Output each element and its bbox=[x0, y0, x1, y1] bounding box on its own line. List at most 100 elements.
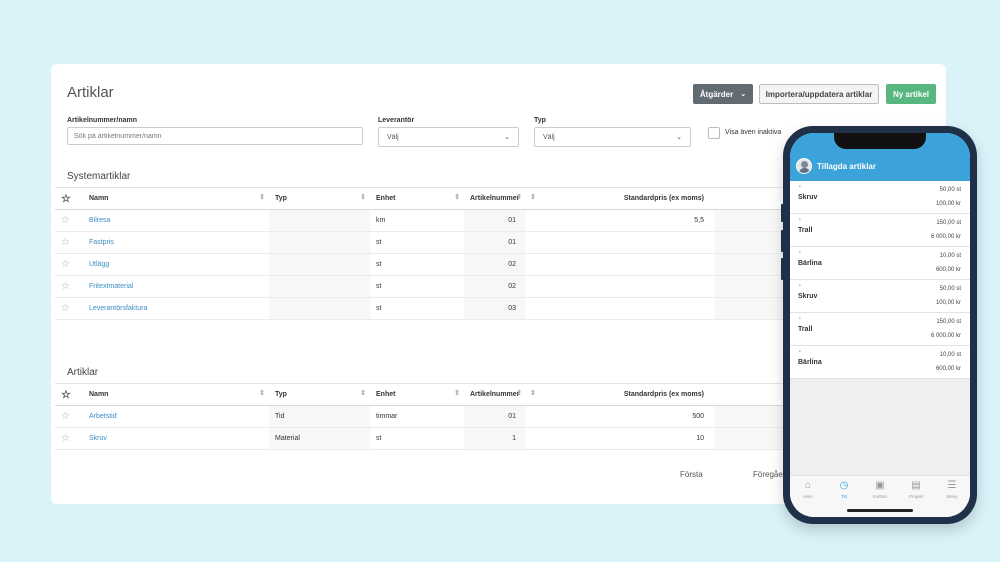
article-type bbox=[269, 275, 370, 298]
receipt-icon: ▣ bbox=[875, 480, 885, 491]
article-name-link[interactable]: Fastpris bbox=[83, 231, 269, 254]
item-quantity: 10,00 st bbox=[939, 352, 961, 358]
import-articles-button[interactable]: Importera/uppdatera artiklar bbox=[759, 84, 879, 104]
item-name: Trall bbox=[798, 326, 813, 333]
phone-side-button bbox=[781, 204, 784, 222]
column-header-label: Typ bbox=[275, 391, 287, 398]
list-item[interactable]: • Bärlina 10,00 st 600,00 kr bbox=[790, 346, 970, 379]
list-item[interactable]: • Skruv 50,00 st 100,00 kr bbox=[790, 280, 970, 313]
column-header-type[interactable]: Typ ⇕ bbox=[269, 383, 370, 406]
article-number: 02 bbox=[464, 253, 526, 276]
star-icon[interactable]: ☆ bbox=[61, 433, 70, 444]
menu-icon: ☰ bbox=[947, 480, 957, 491]
article-unit: st bbox=[370, 253, 464, 276]
column-header-type[interactable]: Typ ⇕ bbox=[269, 187, 370, 210]
column-header-unit[interactable]: Enhet ⇕ bbox=[370, 187, 464, 210]
star-icon[interactable]: ☆ bbox=[61, 303, 70, 314]
chevron-down-icon: ⌄ bbox=[676, 134, 682, 141]
new-article-button[interactable]: Ny artikel bbox=[886, 84, 936, 104]
article-type: Tid bbox=[269, 405, 370, 428]
column-header-label: Standardpris (ex moms) bbox=[623, 391, 704, 398]
phone-mockup: Tillagda artiklar • Skruv 50,00 st 100,0… bbox=[781, 126, 977, 524]
phone-side-button bbox=[781, 258, 784, 280]
item-price: 6 000,00 kr bbox=[930, 333, 961, 339]
item-name: Bärlina bbox=[798, 260, 822, 267]
article-type bbox=[269, 297, 370, 320]
show-inactive-checkbox[interactable] bbox=[708, 127, 720, 139]
item-price: 600,00 kr bbox=[935, 366, 961, 372]
column-header-label: Typ bbox=[275, 195, 287, 202]
item-name: Bärlina bbox=[798, 359, 822, 366]
sort-icon: ⇕ bbox=[516, 390, 522, 397]
item-name: Trall bbox=[798, 227, 813, 234]
article-unit: km bbox=[370, 209, 464, 232]
item-marker: • bbox=[799, 283, 801, 289]
column-header-price[interactable]: Standardpris (ex moms) ⇕ bbox=[526, 187, 714, 210]
tab-label: Tid bbox=[840, 494, 848, 499]
article-number: 01 bbox=[464, 231, 526, 254]
star-icon[interactable]: ☆ bbox=[61, 237, 70, 248]
column-header-number[interactable]: Artikelnummer ⇕ bbox=[464, 383, 526, 406]
pagination-first[interactable]: Första bbox=[680, 470, 703, 479]
tab-menu[interactable]: ☰ Meny bbox=[935, 480, 969, 517]
article-number: 02 bbox=[464, 275, 526, 298]
article-price: 10 bbox=[526, 427, 714, 450]
column-header-label: Namn bbox=[89, 195, 109, 202]
favorite-column-header[interactable]: ☆ bbox=[55, 187, 83, 210]
supplier-filter-label: Leverantör bbox=[378, 117, 415, 124]
articles-section-title: Artiklar bbox=[67, 367, 99, 378]
actions-button[interactable]: Åtgärder ⌄ bbox=[693, 84, 753, 104]
supplier-select[interactable]: Välj ⌄ bbox=[378, 127, 519, 147]
star-icon[interactable]: ☆ bbox=[61, 259, 70, 270]
column-header-label: Enhet bbox=[376, 391, 396, 398]
clock-icon: ◷ bbox=[839, 480, 849, 491]
phone-side-button bbox=[781, 230, 784, 252]
chevron-down-icon: ⌄ bbox=[504, 134, 510, 141]
page-title: Artiklar bbox=[67, 84, 114, 101]
actions-button-label: Åtgärder bbox=[699, 89, 734, 99]
column-header-number[interactable]: Artikelnummer ⇕ bbox=[464, 187, 526, 210]
article-number: 1 bbox=[464, 427, 526, 450]
column-header-label: Artikelnummer bbox=[470, 391, 520, 398]
item-marker: • bbox=[799, 217, 801, 223]
column-header-name[interactable]: Namn ⇕ bbox=[83, 383, 269, 406]
list-item[interactable]: • Skruv 50,00 st 100,00 kr bbox=[790, 181, 970, 214]
article-search-input[interactable] bbox=[67, 127, 363, 145]
sort-icon: ⇕ bbox=[360, 390, 366, 397]
article-unit: st bbox=[370, 427, 464, 450]
article-number: 01 bbox=[464, 209, 526, 232]
column-header-price[interactable]: Standardpris (ex moms) ⇕ bbox=[526, 383, 714, 406]
article-name-link[interactable]: Leverantörsfaktura bbox=[83, 297, 269, 320]
sort-icon: ⇕ bbox=[259, 390, 265, 397]
item-quantity: 150,00 st bbox=[936, 319, 961, 325]
article-name-link[interactable]: Utlägg bbox=[83, 253, 269, 276]
star-icon[interactable]: ☆ bbox=[61, 411, 70, 422]
tab-label: Meny bbox=[946, 494, 958, 499]
article-number: 01 bbox=[464, 405, 526, 428]
item-price: 6 000,00 kr bbox=[930, 234, 961, 240]
column-header-label: Standardpris (ex moms) bbox=[623, 195, 704, 202]
item-quantity: 150,00 st bbox=[936, 220, 961, 226]
type-select[interactable]: Välj ⌄ bbox=[534, 127, 691, 147]
article-unit: st bbox=[370, 275, 464, 298]
column-header-unit[interactable]: Enhet ⇕ bbox=[370, 383, 464, 406]
star-icon[interactable]: ☆ bbox=[61, 281, 70, 292]
avatar[interactable] bbox=[796, 158, 812, 174]
article-name-link[interactable]: Arbetstid bbox=[83, 405, 269, 428]
favorite-column-header[interactable]: ☆ bbox=[55, 383, 83, 406]
item-marker: • bbox=[799, 184, 801, 190]
column-header-name[interactable]: Namn ⇕ bbox=[83, 187, 269, 210]
tab-home[interactable]: ⌂ Hem bbox=[791, 480, 825, 517]
article-name-link[interactable]: Skruv bbox=[83, 427, 269, 450]
article-name-link[interactable]: Bilresa bbox=[83, 209, 269, 232]
list-item[interactable]: • Trall 150,00 st 6 000,00 kr bbox=[790, 313, 970, 346]
list-item[interactable]: • Trall 150,00 st 6 000,00 kr bbox=[790, 214, 970, 247]
sort-icon: ⇕ bbox=[454, 194, 460, 201]
item-name: Skruv bbox=[798, 194, 818, 201]
list-empty-area bbox=[790, 379, 970, 475]
item-quantity: 50,00 st bbox=[939, 187, 961, 193]
list-item[interactable]: • Bärlina 10,00 st 600,00 kr bbox=[790, 247, 970, 280]
project-icon: ▤ bbox=[911, 480, 921, 491]
article-name-link[interactable]: Fritextmaterial bbox=[83, 275, 269, 298]
star-icon[interactable]: ☆ bbox=[61, 215, 70, 226]
